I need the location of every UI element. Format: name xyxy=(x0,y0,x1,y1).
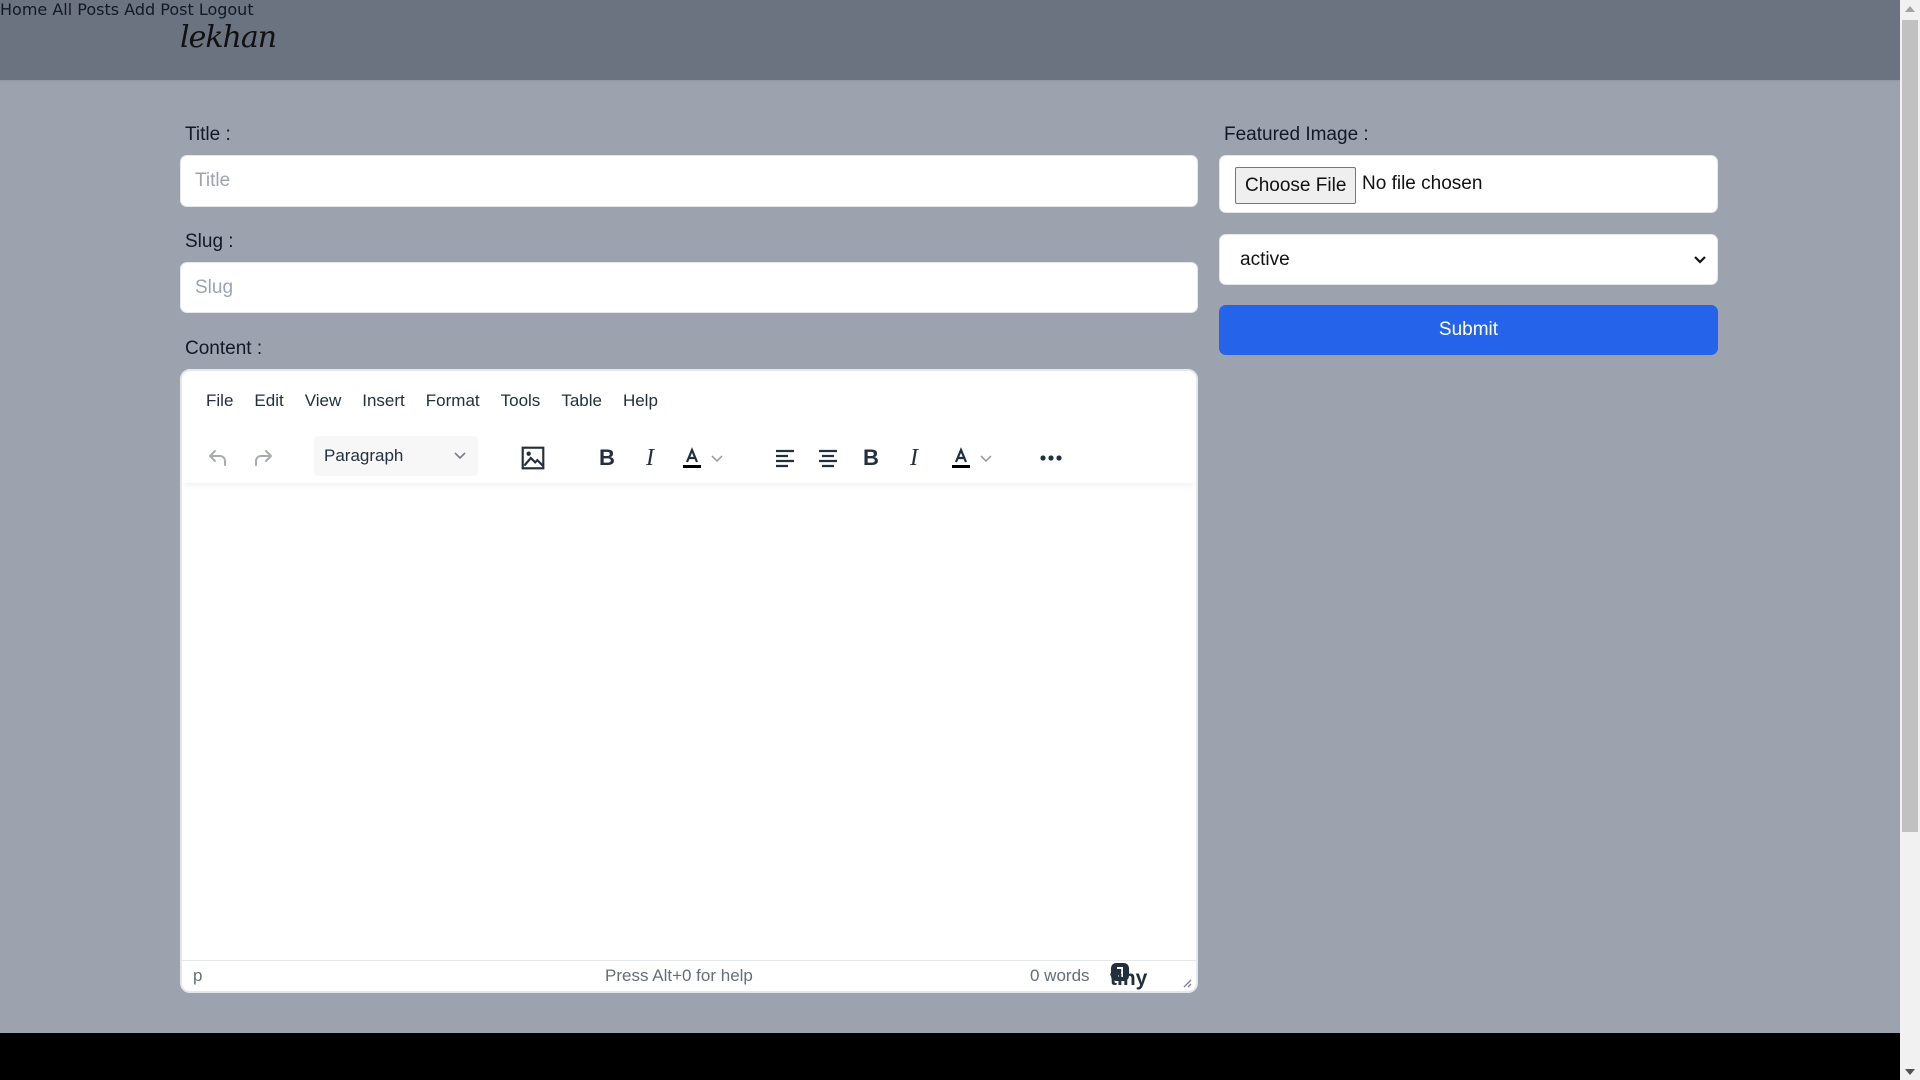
align-left-button[interactable] xyxy=(768,441,802,475)
nav-home[interactable]: Home xyxy=(0,0,47,19)
site-logo[interactable]: lekhan xyxy=(180,20,277,55)
italic-button[interactable]: I xyxy=(633,441,667,475)
chevron-down-icon xyxy=(980,455,992,463)
block-format-value: Paragraph xyxy=(324,446,404,465)
undo-button[interactable] xyxy=(201,441,235,475)
align-center-button[interactable] xyxy=(811,441,845,475)
editor-content-area[interactable] xyxy=(182,485,1196,961)
text-color-dropdown-2[interactable] xyxy=(974,441,998,475)
text-color-dropdown[interactable] xyxy=(705,441,729,475)
undo-icon xyxy=(209,450,226,466)
arrow-up-icon xyxy=(1905,5,1915,12)
editor-menubar: File Edit View Insert Format Tools Table… xyxy=(206,391,679,411)
chevron-down-icon xyxy=(1694,256,1706,264)
chevron-down-icon xyxy=(711,455,723,463)
more-icon xyxy=(1040,455,1062,461)
tiny-brand-link[interactable]: tiny xyxy=(1110,962,1147,990)
image-icon xyxy=(521,446,545,470)
scrollbar-thumb[interactable] xyxy=(1902,20,1918,832)
nav-add-post[interactable]: Add Post xyxy=(124,0,194,19)
menu-tools[interactable]: Tools xyxy=(501,391,541,411)
tiny-brand-text: tiny xyxy=(1110,967,1148,990)
menu-file[interactable]: File xyxy=(206,391,233,411)
featured-image-label: Featured Image : xyxy=(1224,124,1369,145)
menu-table[interactable]: Table xyxy=(561,391,602,411)
slug-input[interactable] xyxy=(180,262,1198,313)
choose-file-button[interactable]: Choose File xyxy=(1235,167,1357,204)
redo-icon xyxy=(255,450,272,466)
redo-button[interactable] xyxy=(246,441,280,475)
element-path[interactable]: p xyxy=(193,966,202,986)
align-left-icon xyxy=(776,449,794,468)
resize-handle-icon[interactable] xyxy=(1182,978,1192,988)
italic-icon: I xyxy=(910,444,918,471)
help-hint: Press Alt+0 for help xyxy=(605,966,753,985)
italic-icon: I xyxy=(646,444,654,471)
slug-label: Slug : xyxy=(185,231,234,252)
insert-image-button[interactable] xyxy=(516,441,550,475)
bold-icon: B xyxy=(599,445,615,470)
editor-toolbar: Paragraph B I B I xyxy=(182,429,1196,483)
italic-button-2[interactable]: I xyxy=(897,441,931,475)
main-nav: Home All Posts Add Post Logout xyxy=(0,0,1900,19)
top-navbar: lekhan Home All Posts Add Post Logout xyxy=(0,0,1900,80)
arrow-down-icon xyxy=(1905,1068,1915,1075)
featured-image-input[interactable]: Choose File No file chosen xyxy=(1219,155,1718,213)
content-label: Content : xyxy=(185,338,263,359)
text-color-icon xyxy=(952,447,970,468)
menu-insert[interactable]: Insert xyxy=(362,391,405,411)
menu-format[interactable]: Format xyxy=(426,391,480,411)
nav-logout[interactable]: Logout xyxy=(199,0,254,19)
rich-text-editor: File Edit View Insert Format Tools Table… xyxy=(180,369,1198,993)
status-select[interactable]: active xyxy=(1219,234,1718,285)
bold-button-2[interactable]: B xyxy=(854,441,888,475)
menu-view[interactable]: View xyxy=(305,391,342,411)
file-status-text: No file chosen xyxy=(1362,173,1483,194)
bold-button[interactable]: B xyxy=(590,441,624,475)
chevron-down-icon xyxy=(454,452,466,460)
block-format-select[interactable]: Paragraph xyxy=(314,436,478,476)
title-label: Title : xyxy=(185,124,231,145)
text-color-button-2[interactable] xyxy=(944,441,978,475)
scroll-up-button[interactable] xyxy=(1900,0,1920,17)
text-color-button[interactable] xyxy=(675,441,709,475)
align-center-icon xyxy=(819,449,837,468)
more-button[interactable] xyxy=(1034,441,1068,475)
nav-all-posts[interactable]: All Posts xyxy=(52,0,119,19)
page-scrollbar[interactable] xyxy=(1900,0,1920,1080)
text-color-icon xyxy=(683,447,701,468)
menu-help[interactable]: Help xyxy=(623,391,658,411)
scroll-down-button[interactable] xyxy=(1900,1063,1920,1080)
page: lekhan Home All Posts Add Post Logout Ti… xyxy=(0,0,1900,1080)
word-count[interactable]: 0 words xyxy=(1030,966,1090,986)
submit-button[interactable]: Submit xyxy=(1219,305,1718,355)
title-input[interactable] xyxy=(180,155,1198,207)
status-select-value: active xyxy=(1240,249,1290,270)
page-footer xyxy=(0,1033,1900,1080)
editor-statusbar: p Press Alt+0 for help 0 words tiny xyxy=(182,960,1196,991)
menu-edit[interactable]: Edit xyxy=(254,391,283,411)
bold-icon: B xyxy=(863,445,879,470)
